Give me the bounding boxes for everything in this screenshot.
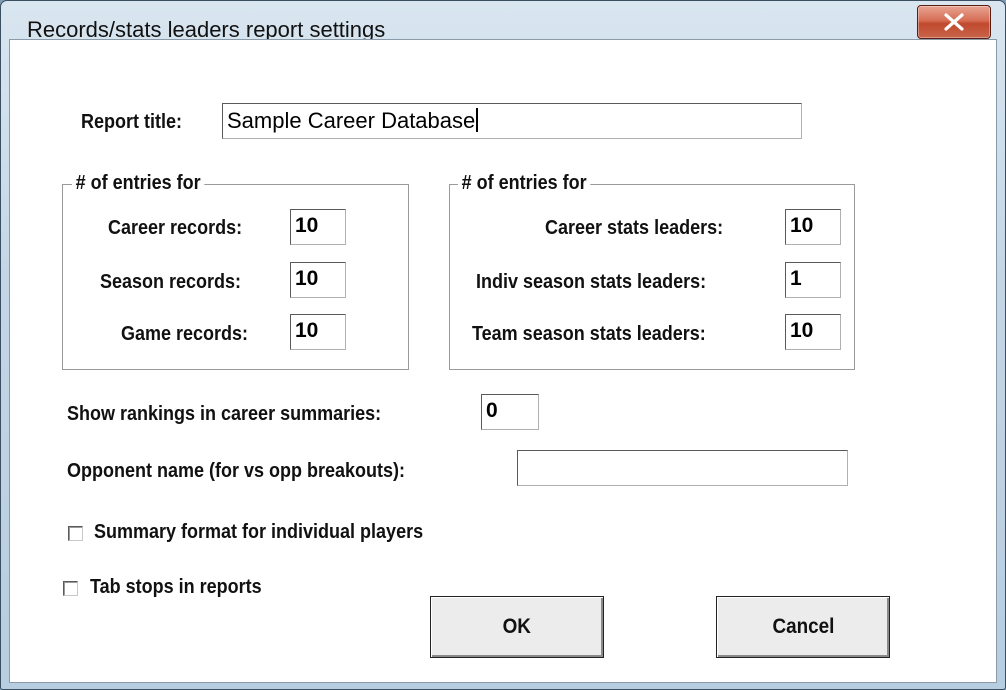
team-season-stats-leaders-input[interactable]: 10 bbox=[785, 314, 841, 350]
indiv-season-stats-leaders-input[interactable]: 1 bbox=[785, 262, 841, 298]
game-records-input[interactable]: 10 bbox=[290, 314, 346, 350]
career-stats-leaders-input[interactable]: 10 bbox=[785, 209, 841, 245]
close-button[interactable] bbox=[917, 5, 991, 39]
text-caret bbox=[476, 108, 479, 132]
summary-format-label[interactable]: Summary format for individual players bbox=[94, 521, 423, 544]
opponent-name-input[interactable] bbox=[517, 450, 848, 486]
cancel-button[interactable]: Cancel bbox=[716, 596, 890, 658]
team-season-stats-leaders-label: Team season stats leaders: bbox=[472, 323, 706, 345]
opponent-name-label: Opponent name (for vs opp breakouts): bbox=[67, 460, 406, 482]
right-group-legend: # of entries for bbox=[458, 172, 591, 195]
report-title-label: Report title: bbox=[81, 111, 182, 133]
ok-button-label: OK bbox=[502, 615, 532, 638]
summary-format-checkbox[interactable] bbox=[68, 526, 83, 541]
season-records-label: Season records: bbox=[100, 271, 242, 293]
career-records-input[interactable]: 10 bbox=[290, 209, 346, 245]
career-records-label: Career records: bbox=[108, 217, 243, 239]
tab-stops-checkbox[interactable] bbox=[63, 581, 78, 596]
close-x-icon bbox=[944, 13, 964, 31]
season-records-input[interactable]: 10 bbox=[290, 262, 346, 298]
career-stats-leaders-label: Career stats leaders: bbox=[545, 217, 724, 239]
dialog-window: Records/stats leaders report settings Re… bbox=[0, 0, 1006, 690]
game-records-label: Game records: bbox=[121, 323, 249, 345]
cancel-button-label: Cancel bbox=[772, 615, 834, 638]
show-rankings-label: Show rankings in career summaries: bbox=[67, 403, 382, 425]
left-group-legend: # of entries for bbox=[72, 172, 205, 195]
report-title-input[interactable]: Sample Career Database bbox=[222, 103, 802, 139]
report-title-text: Sample Career Database bbox=[227, 108, 476, 133]
ok-button[interactable]: OK bbox=[430, 596, 604, 658]
show-rankings-input[interactable]: 0 bbox=[481, 394, 539, 430]
indiv-season-stats-leaders-label: Indiv season stats leaders: bbox=[476, 271, 707, 293]
tab-stops-label[interactable]: Tab stops in reports bbox=[90, 576, 262, 599]
dialog-client-area: Report title: Sample Career Database # o… bbox=[9, 39, 997, 683]
